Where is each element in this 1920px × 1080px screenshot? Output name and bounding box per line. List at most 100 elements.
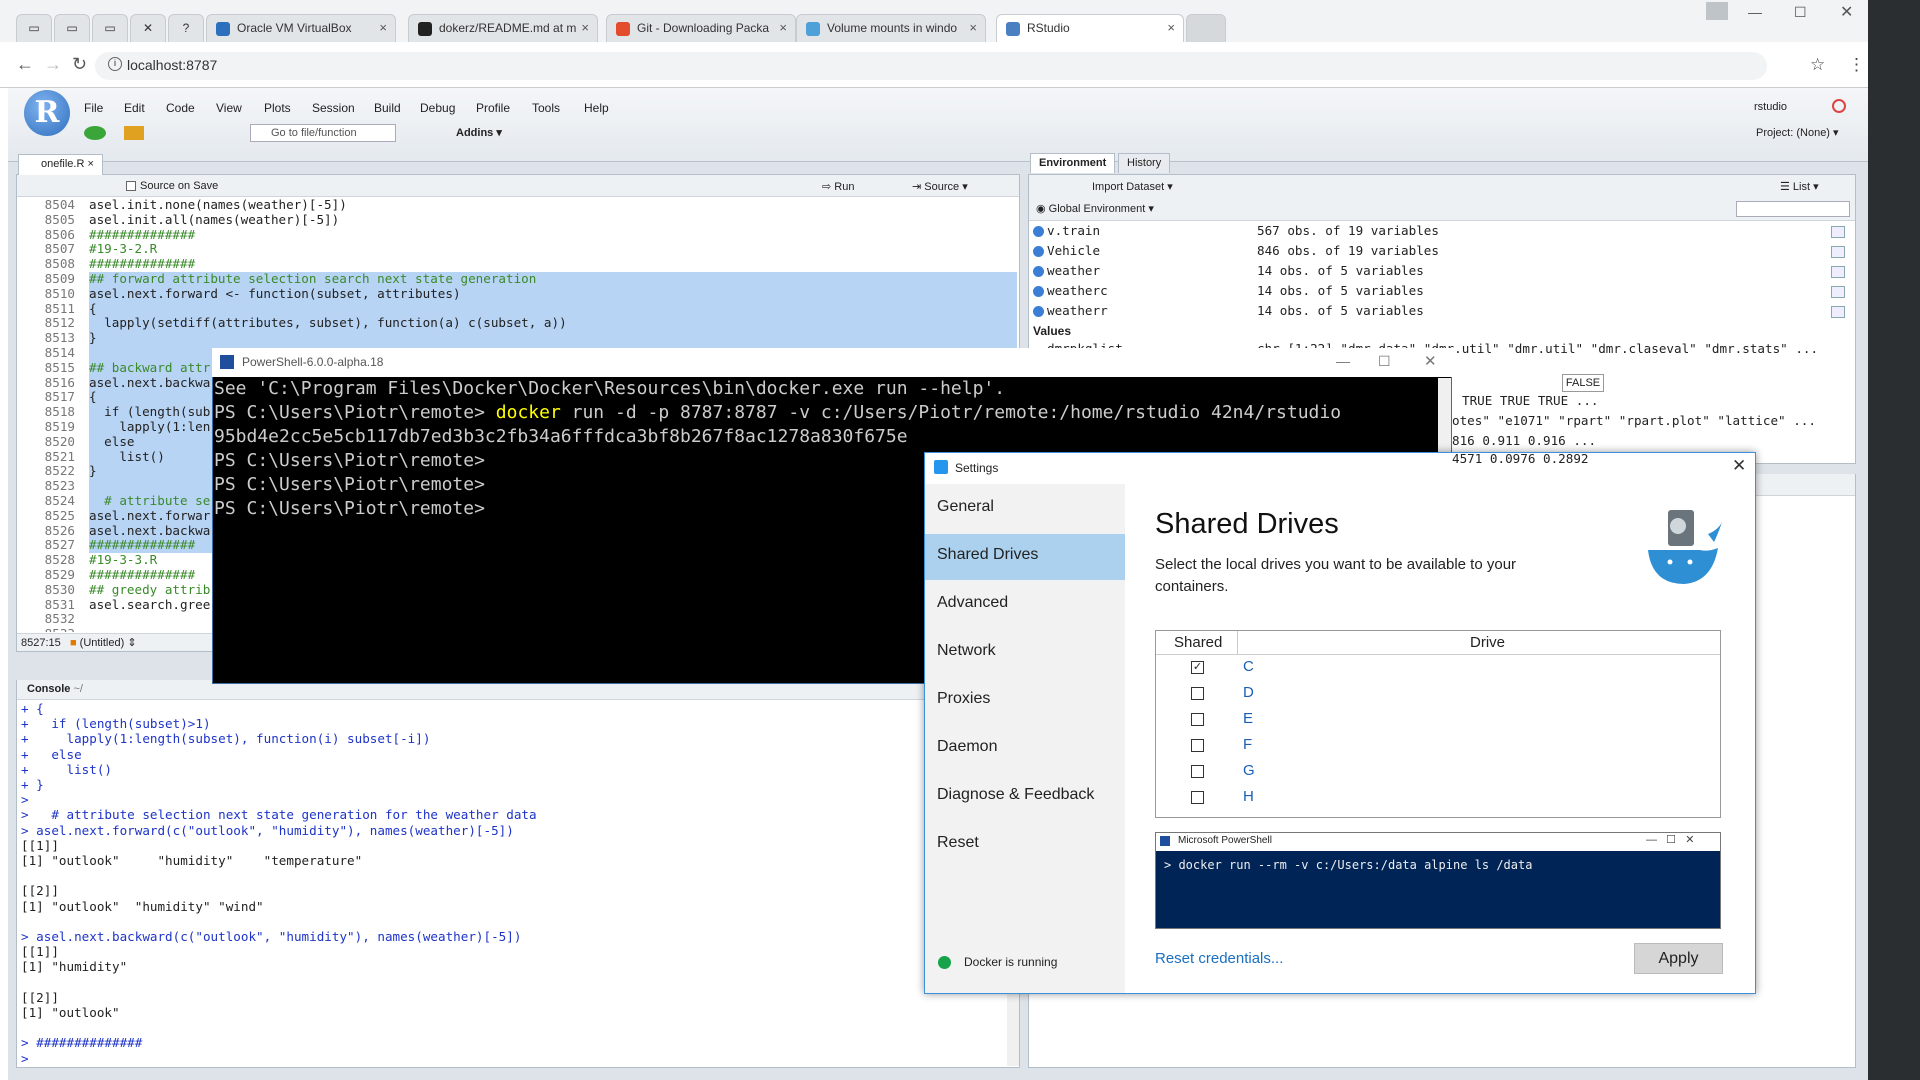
- menu-build[interactable]: Build: [374, 101, 401, 115]
- grid-view-icon[interactable]: [1831, 306, 1845, 318]
- power-icon[interactable]: [1832, 99, 1846, 113]
- line-number: 8520: [44, 433, 75, 449]
- console-output[interactable]: + {+ if (length(subset)>1) + lapply(1:len…: [17, 702, 1007, 1064]
- expand-icon[interactable]: [1033, 246, 1044, 257]
- expand-icon[interactable]: [1033, 306, 1044, 317]
- info-icon[interactable]: i: [108, 57, 122, 71]
- expand-icon[interactable]: [1033, 266, 1044, 277]
- forward-icon[interactable]: →: [44, 54, 62, 75]
- bookmark-star-icon[interactable]: ☆: [1810, 55, 1825, 75]
- settings-nav-diagnose-feedback[interactable]: Diagnose & Feedback: [925, 774, 1125, 820]
- project-menu[interactable]: Project: (None) ▾: [1756, 126, 1839, 139]
- browser-tab[interactable]: Oracle VM VirtualBox ×: [206, 14, 396, 42]
- env-value: 14 obs. of 5 variables: [1257, 303, 1424, 318]
- reset-credentials-link[interactable]: Reset credentials...: [1155, 950, 1283, 967]
- settings-nav-advanced[interactable]: Advanced: [925, 582, 1125, 628]
- goto-file-input[interactable]: Go to file/function: [250, 124, 396, 142]
- close-icon[interactable]: ✕: [1840, 2, 1853, 22]
- expand-icon[interactable]: [1033, 226, 1044, 237]
- browser-tab[interactable]: Git - Downloading Packa ×: [606, 14, 796, 42]
- tab-close-icon[interactable]: ×: [1167, 20, 1175, 35]
- line-number: 8510: [44, 285, 75, 301]
- settings-nav-proxies[interactable]: Proxies: [925, 678, 1125, 724]
- ps-minimize-icon[interactable]: —: [1336, 353, 1350, 369]
- tab-close-icon[interactable]: ×: [779, 20, 787, 35]
- run-button[interactable]: ⇨ Run: [822, 180, 854, 193]
- settings-nav-shared-drives[interactable]: Shared Drives: [925, 534, 1125, 580]
- maximize-icon[interactable]: ☐: [1794, 4, 1807, 21]
- apply-button[interactable]: Apply: [1634, 943, 1723, 974]
- grid-view-icon[interactable]: [1831, 266, 1845, 278]
- menu-code[interactable]: Code: [166, 101, 195, 115]
- pinned-tab[interactable]: ?: [168, 14, 204, 42]
- menu-plots[interactable]: Plots: [264, 101, 291, 115]
- tab-onefile-r[interactable]: onefile.R ×: [18, 154, 103, 175]
- expand-icon[interactable]: [1033, 286, 1044, 297]
- browser-tab[interactable]: Volume mounts in windo ×: [796, 14, 986, 42]
- menu-help[interactable]: Help: [584, 101, 609, 115]
- global-env-menu[interactable]: ◉ Global Environment ▾: [1036, 202, 1154, 215]
- menu-profile[interactable]: Profile: [476, 101, 510, 115]
- code-line: ##############: [89, 226, 196, 242]
- drive-letter: F: [1243, 736, 1253, 753]
- user-label: rstudio: [1754, 101, 1788, 113]
- powershell-icon: [220, 355, 234, 369]
- env-value: 567 obs. of 19 variables: [1257, 223, 1439, 238]
- menu-edit[interactable]: Edit: [124, 101, 145, 115]
- source-button[interactable]: ⇥ Source ▾: [912, 180, 968, 193]
- pinned-tab[interactable]: ✕: [130, 14, 166, 42]
- ps-maximize-icon[interactable]: ☐: [1378, 353, 1391, 370]
- minimize-icon[interactable]: —: [1748, 4, 1762, 20]
- tab-close-icon[interactable]: ×: [379, 20, 387, 35]
- drive-checkbox[interactable]: [1191, 739, 1204, 752]
- drive-checkbox[interactable]: [1191, 713, 1204, 726]
- settings-nav-network[interactable]: Network: [925, 630, 1125, 676]
- back-icon[interactable]: ←: [16, 54, 34, 75]
- settings-nav-reset[interactable]: Reset: [925, 822, 1125, 868]
- settings-nav-general[interactable]: General: [925, 486, 1125, 532]
- powershell-titlebar: PowerShell-6.0.0-alpha.18: [212, 348, 1452, 377]
- browser-tab[interactable]: RStudio ×: [996, 14, 1184, 42]
- env-search-input[interactable]: [1736, 201, 1850, 217]
- menu-session[interactable]: Session: [312, 101, 355, 115]
- pinned-tab[interactable]: ▭: [54, 14, 90, 42]
- tab-environment[interactable]: Environment: [1030, 153, 1116, 173]
- grid-view-icon[interactable]: [1831, 286, 1845, 298]
- menu-icon[interactable]: ⋮: [1848, 55, 1865, 75]
- line-number: 8519: [44, 419, 75, 434]
- url-input[interactable]: localhost:8787: [95, 52, 1767, 80]
- drive-letter: G: [1243, 762, 1255, 779]
- menu-debug[interactable]: Debug: [420, 101, 455, 115]
- open-file-icon[interactable]: [124, 126, 144, 140]
- browser-tab[interactable]: dokerz/README.md at m ×: [408, 14, 598, 42]
- drive-checkbox[interactable]: ✓: [1191, 661, 1204, 674]
- drive-checkbox[interactable]: [1191, 765, 1204, 778]
- tab-history[interactable]: History: [1118, 153, 1171, 173]
- grid-view-icon[interactable]: [1831, 226, 1845, 238]
- pinned-tab[interactable]: ▭: [92, 14, 128, 42]
- source-on-save-checkbox[interactable]: [126, 181, 136, 191]
- drive-checkbox[interactable]: [1191, 791, 1204, 804]
- tab-close-icon[interactable]: ×: [969, 20, 977, 35]
- console-line: [[2]]: [21, 989, 59, 1005]
- drive-checkbox[interactable]: [1191, 687, 1204, 700]
- tab-close-icon[interactable]: ×: [581, 20, 589, 35]
- console-line: [1] "outlook" "humidity" "wind": [21, 898, 264, 914]
- menu-file[interactable]: File: [84, 101, 103, 115]
- settings-close-icon[interactable]: ✕: [1732, 456, 1746, 476]
- list-view-menu[interactable]: ☰ List ▾: [1780, 180, 1819, 193]
- menu-view[interactable]: View: [216, 101, 242, 115]
- menu-tools[interactable]: Tools: [532, 101, 560, 115]
- import-dataset-button[interactable]: Import Dataset ▾: [1092, 180, 1173, 193]
- ps-close-icon[interactable]: ✕: [1424, 352, 1437, 370]
- new-file-icon[interactable]: [84, 126, 106, 140]
- tooltip: FALSE: [1562, 374, 1604, 392]
- addins-menu[interactable]: Addins ▾: [456, 126, 502, 139]
- settings-nav-daemon[interactable]: Daemon: [925, 726, 1125, 772]
- new-tab-button[interactable]: [1186, 14, 1226, 42]
- profile-icon[interactable]: [1706, 2, 1728, 20]
- grid-view-icon[interactable]: [1831, 246, 1845, 258]
- console-line: + }: [21, 777, 44, 792]
- reload-icon[interactable]: ↻: [72, 54, 87, 75]
- pinned-tab[interactable]: ▭: [16, 14, 52, 42]
